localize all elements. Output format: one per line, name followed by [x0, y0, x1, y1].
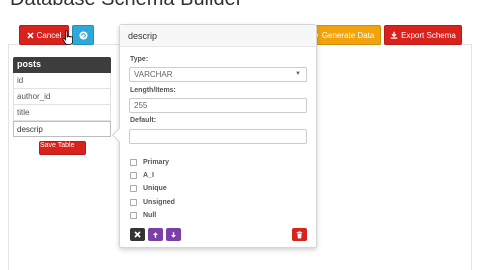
caret-down-icon: ▼: [295, 71, 301, 77]
option-unique[interactable]: Unique: [130, 185, 167, 192]
schema-builder-page: Database Schema Builder Cancel ⚙ Generat…: [0, 0, 480, 270]
option-null[interactable]: Null: [130, 212, 156, 219]
auto-increment-checkbox[interactable]: [130, 172, 137, 179]
length-label: Length/Items:: [130, 87, 176, 94]
field-descrip[interactable]: descrip: [13, 121, 111, 137]
close-icon: [134, 231, 141, 238]
delete-field-button[interactable]: [292, 228, 307, 241]
option-primary[interactable]: Primary: [130, 159, 169, 166]
export-schema-label: Export Schema: [401, 30, 456, 40]
generate-data-label: Generate Data: [321, 30, 375, 40]
primary-checkbox[interactable]: [130, 159, 137, 166]
arrow-up-icon: [153, 231, 158, 238]
move-up-button[interactable]: [148, 228, 163, 241]
save-table-button[interactable]: Save Table: [39, 141, 86, 155]
move-down-button[interactable]: [166, 228, 181, 241]
field-id[interactable]: id: [13, 73, 111, 89]
unsigned-checkbox[interactable]: [130, 199, 137, 206]
field-editor-popover: descrip Type: VARCHAR ▼ Length/Items: 25…: [111, 24, 317, 248]
null-checkbox[interactable]: [130, 212, 137, 219]
auto-increment-label: A_I: [143, 172, 154, 179]
cancel-label: Cancel: [36, 30, 62, 40]
download-icon: [390, 31, 398, 39]
option-auto-increment[interactable]: A_I: [130, 172, 154, 179]
default-input[interactable]: [129, 129, 307, 144]
popover-title: descrip: [120, 25, 316, 47]
default-label: Default:: [130, 117, 157, 124]
unique-checkbox[interactable]: [130, 185, 137, 192]
hand-cursor-icon: [62, 30, 73, 45]
option-unsigned[interactable]: Unsigned: [130, 199, 175, 206]
refresh-icon: [78, 30, 88, 40]
null-label: Null: [143, 212, 157, 219]
length-input[interactable]: 255: [129, 98, 307, 113]
unsigned-label: Unsigned: [143, 199, 175, 206]
field-title[interactable]: title: [13, 105, 111, 121]
unique-label: Unique: [143, 185, 167, 192]
trash-icon: [296, 230, 303, 238]
refresh-button[interactable]: [72, 25, 94, 45]
type-label: Type:: [130, 56, 149, 63]
type-value: VARCHAR: [134, 70, 173, 79]
arrow-down-icon: [171, 231, 176, 238]
type-select[interactable]: VARCHAR ▼: [129, 67, 307, 82]
close-field-button[interactable]: [130, 228, 145, 241]
export-schema-button[interactable]: Export Schema: [384, 25, 462, 45]
table-name[interactable]: posts: [13, 57, 111, 73]
page-title: Database Schema Builder: [10, 0, 242, 11]
primary-label: Primary: [143, 159, 170, 166]
close-icon: [27, 32, 33, 38]
table-card-posts: posts id author_id title descrip Save Ta…: [13, 57, 111, 155]
field-author-id[interactable]: author_id: [13, 89, 111, 105]
